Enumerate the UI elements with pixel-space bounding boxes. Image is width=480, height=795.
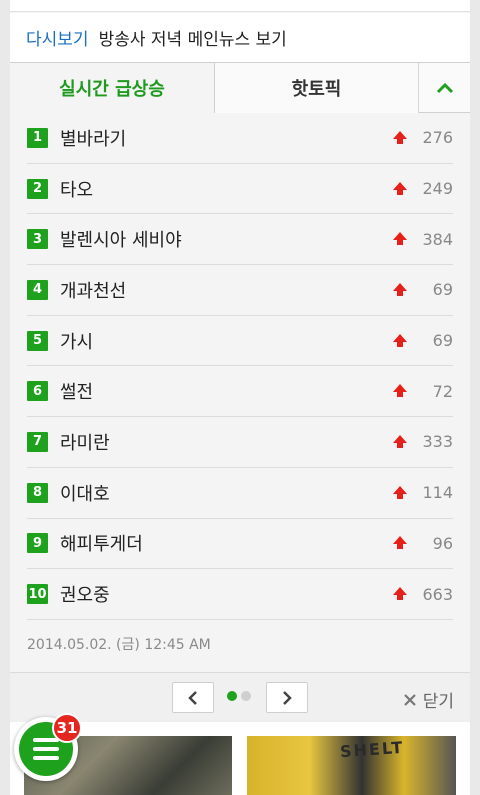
collapse-toggle-button[interactable] (419, 63, 470, 112)
trend-term[interactable]: 권오중 (60, 581, 393, 607)
close-button[interactable]: 닫기 (403, 687, 454, 712)
page-indicator (227, 691, 251, 701)
close-icon (403, 693, 416, 706)
rank-badge: 10 (27, 584, 48, 605)
arrow-up-icon (393, 536, 407, 550)
replay-link[interactable]: 다시보기 (26, 25, 89, 50)
trend-change: 72 (432, 381, 453, 401)
prev-page-button[interactable] (172, 682, 214, 713)
rank-badge: 6 (27, 381, 48, 402)
top-strip (10, 0, 470, 12)
trend-change: 384 (422, 229, 453, 249)
trend-list: 1 별바라기 276 2 타오 249 3 발렌시아 세비야 384 4 개과천… (27, 113, 453, 620)
trend-term[interactable]: 가시 (60, 328, 393, 354)
rank-badge: 7 (27, 431, 48, 452)
trend-term[interactable]: 썰전 (60, 378, 393, 404)
list-item[interactable]: 7 라미란 333 (27, 417, 453, 468)
trend-term[interactable]: 해피투게더 (60, 530, 393, 556)
arrow-up-icon (393, 232, 407, 246)
tab-hot-topic[interactable]: 핫토픽 (215, 63, 419, 113)
update-timestamp: 2014.05.02. (금) 12:45 AM (27, 637, 211, 653)
list-item[interactable]: 2 타오 249 (27, 164, 453, 215)
rank-badge: 5 (27, 330, 48, 351)
arrow-up-icon (393, 282, 407, 297)
trend-tabs: 실시간 급상승 핫토픽 (10, 63, 470, 113)
list-item[interactable]: 4 개과천선 69 (27, 265, 453, 316)
page-dot-active (227, 691, 237, 701)
arrow-up-icon (393, 333, 407, 348)
rank-badge: 1 (27, 127, 48, 148)
trend-change: 69 (432, 331, 453, 351)
replay-bar[interactable]: 다시보기 방송사 저녁 메인뉴스 보기 (10, 13, 470, 63)
list-item[interactable]: 6 썰전 72 (27, 366, 453, 418)
trend-term[interactable]: 라미란 (60, 429, 393, 455)
rank-badge: 9 (27, 533, 48, 554)
trend-term[interactable]: 별바라기 (60, 125, 393, 151)
rank-badge: 4 (27, 279, 48, 300)
rank-badge: 2 (27, 178, 48, 199)
rank-badge: 8 (27, 482, 48, 503)
arrow-up-icon (393, 384, 407, 398)
arrow-up-icon (393, 434, 407, 449)
arrow-up-icon (393, 485, 407, 500)
arrow-up-icon (393, 130, 407, 145)
tab-realtime-rising[interactable]: 실시간 급상승 (10, 63, 215, 113)
list-item[interactable]: 8 이대호 114 (27, 468, 453, 519)
trend-change: 114 (422, 483, 453, 503)
trend-change: 333 (422, 432, 453, 452)
trend-term[interactable]: 이대호 (60, 480, 393, 506)
notification-badge: 31 (52, 713, 82, 743)
page-dot (241, 691, 251, 701)
arrow-up-icon (393, 587, 407, 601)
chevron-left-icon (188, 690, 197, 705)
replay-description[interactable]: 방송사 저녁 메인뉴스 보기 (99, 25, 287, 50)
trend-change: 69 (432, 280, 453, 300)
rank-badge: 3 (27, 229, 48, 250)
trend-term[interactable]: 개과천선 (60, 277, 393, 303)
trend-term[interactable]: 발렌시아 세비야 (60, 226, 393, 252)
next-page-button[interactable] (266, 682, 308, 713)
trend-change: 249 (422, 179, 453, 199)
trend-term[interactable]: 타오 (60, 176, 393, 202)
trend-change: 96 (432, 533, 453, 553)
list-item[interactable]: 10 권오중 663 (27, 569, 453, 620)
list-item[interactable]: 5 가시 69 (27, 316, 453, 367)
chevron-right-icon (283, 690, 292, 705)
pager: 닫기 (10, 672, 470, 722)
close-label: 닫기 (422, 692, 454, 712)
arrow-up-icon (393, 181, 407, 196)
trend-change: 663 (422, 584, 453, 604)
list-item[interactable]: 9 해피투게더 96 (27, 519, 453, 570)
list-item[interactable]: 1 별바라기 276 (27, 113, 453, 164)
list-item[interactable]: 3 발렌시아 세비야 384 (27, 214, 453, 266)
trend-change: 276 (422, 128, 453, 148)
chevron-up-icon (436, 82, 453, 93)
